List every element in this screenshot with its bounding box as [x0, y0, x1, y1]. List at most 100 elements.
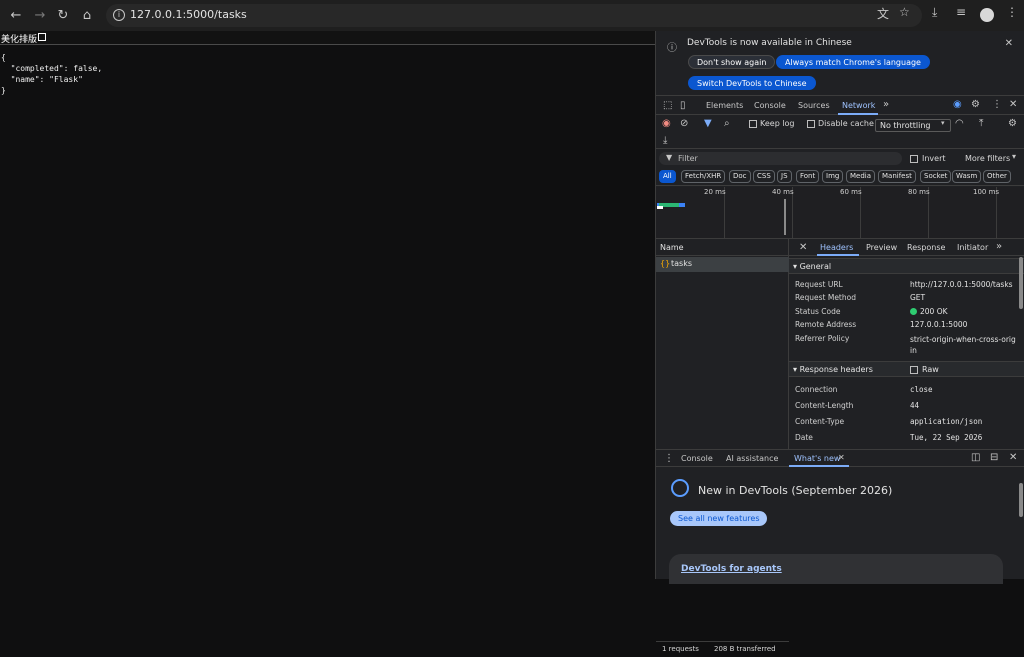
- inspect-icon[interactable]: ⬚: [663, 100, 672, 111]
- drawer-tab-ai[interactable]: AI assistance: [726, 454, 778, 463]
- drawer-tab-console[interactable]: Console: [681, 454, 713, 463]
- dont-show-again-button[interactable]: Don't show again: [688, 55, 776, 69]
- tab-headers[interactable]: Headers: [820, 243, 853, 252]
- avatar[interactable]: [980, 8, 994, 22]
- ai-icon[interactable]: ◉: [953, 99, 962, 110]
- upload-icon[interactable]: ⤒: [979, 118, 983, 129]
- tab-preview[interactable]: Preview: [866, 243, 897, 252]
- tab-sources[interactable]: Sources: [798, 101, 830, 110]
- keep-log-label: Keep log: [760, 119, 795, 128]
- invert-label: Invert: [922, 154, 946, 163]
- more-tabs-icon[interactable]: »: [996, 241, 1002, 252]
- drawer-tab-whats-new[interactable]: What's new: [794, 454, 840, 463]
- response-headers-title: Response headers: [799, 365, 873, 374]
- type-wasm[interactable]: Wasm: [952, 170, 982, 183]
- filter-input[interactable]: ▼ Filter: [659, 152, 902, 165]
- device-toolbar-icon[interactable]: ▯: [680, 100, 686, 111]
- type-css[interactable]: CSS: [753, 170, 775, 183]
- type-all[interactable]: All: [659, 170, 676, 183]
- tab-search-icon[interactable]: ≡: [956, 5, 966, 19]
- type-doc[interactable]: Doc: [729, 170, 751, 183]
- tab-initiator[interactable]: Initiator: [957, 243, 988, 252]
- close-icon[interactable]: ✕: [1005, 38, 1013, 49]
- back-icon[interactable]: ←: [5, 4, 27, 26]
- download-icon[interactable]: ⤓: [932, 5, 937, 20]
- search-icon[interactable]: ⌕: [724, 118, 730, 129]
- header-key: Content-Length: [795, 401, 854, 410]
- header-value: strict-origin-when-cross-origin: [910, 335, 1016, 355]
- general-section-header[interactable]: ▾ General: [789, 258, 1024, 274]
- address-bar[interactable]: i 127.0.0.1:5000/tasks: [106, 4, 922, 27]
- bookmark-star-icon[interactable]: ☆: [899, 5, 910, 19]
- translate-icon[interactable]: 文: [877, 5, 889, 22]
- gear-icon[interactable]: ⚙: [971, 99, 980, 110]
- download-icon[interactable]: ⤓: [663, 135, 667, 146]
- chevron-down-icon[interactable]: ▾: [1012, 152, 1016, 161]
- record-icon[interactable]: ◉: [662, 118, 671, 129]
- type-socket[interactable]: Socket: [920, 170, 952, 183]
- tab-response[interactable]: Response: [907, 243, 945, 252]
- more-tabs-icon[interactable]: »: [883, 99, 889, 110]
- forward-icon[interactable]: →: [29, 4, 51, 26]
- see-all-features-button[interactable]: See all new features: [670, 511, 768, 526]
- devtools-panel: ⓘ DevTools is now available in Chinese ✕…: [655, 31, 1024, 653]
- undock-icon[interactable]: ⊟: [990, 452, 998, 463]
- dock-icon[interactable]: ◫: [971, 452, 980, 463]
- request-details: ✕ Headers Preview Response Initiator » ▾…: [789, 239, 1024, 449]
- tab-console[interactable]: Console: [754, 101, 786, 110]
- feature-link[interactable]: DevTools for agents: [681, 564, 782, 574]
- pretty-print-checkbox[interactable]: [38, 33, 46, 41]
- settings-icon[interactable]: ⚙: [1008, 118, 1017, 129]
- response-headers-section-header[interactable]: ▾ Response headers Raw: [789, 361, 1024, 377]
- type-font[interactable]: Font: [796, 170, 820, 183]
- table-row[interactable]: {} tasks: [656, 257, 789, 272]
- type-other[interactable]: Other: [983, 170, 1011, 183]
- header-value: close: [910, 385, 933, 394]
- header-key: Referrer Policy: [795, 334, 850, 343]
- type-img[interactable]: Img: [822, 170, 844, 183]
- header-value: http://127.0.0.1:5000/tasks: [910, 280, 1013, 289]
- wifi-icon[interactable]: ◠: [955, 118, 964, 129]
- close-icon[interactable]: ✕: [1009, 452, 1017, 463]
- timeline-tick: 20 ms: [704, 188, 726, 196]
- clear-icon[interactable]: ⊘: [680, 118, 688, 129]
- match-language-button[interactable]: Always match Chrome's language: [776, 55, 930, 69]
- filter-row: ▼ Filter Invert More filters ▾: [656, 150, 1024, 168]
- details-scrollbar[interactable]: [1019, 257, 1023, 309]
- disable-cache-checkbox[interactable]: [807, 120, 815, 128]
- address-url[interactable]: 127.0.0.1:5000/tasks: [130, 8, 247, 21]
- panel-scrollbar[interactable]: [1019, 483, 1023, 517]
- close-icon[interactable]: ✕: [1009, 99, 1017, 110]
- request-list-header[interactable]: Name: [656, 239, 789, 256]
- more-icon[interactable]: ⋮: [992, 99, 1002, 110]
- type-media[interactable]: Media: [846, 170, 876, 183]
- close-icon[interactable]: ✕: [838, 453, 845, 462]
- type-js[interactable]: JS: [777, 170, 792, 183]
- menu-icon[interactable]: ⋮: [1006, 5, 1018, 19]
- tab-elements[interactable]: Elements: [706, 101, 743, 110]
- more-filters-button[interactable]: More filters: [965, 154, 1010, 163]
- drawer-menu-icon[interactable]: ⋮: [664, 453, 674, 464]
- invert-checkbox[interactable]: [910, 155, 918, 163]
- header-key: Content-Type: [795, 417, 845, 426]
- raw-checkbox[interactable]: [910, 366, 918, 374]
- tab-network[interactable]: Network: [842, 101, 875, 110]
- timeline-cursor[interactable]: [784, 199, 786, 235]
- close-icon[interactable]: ✕: [799, 242, 807, 253]
- filter-icon[interactable]: ▼: [704, 118, 712, 129]
- request-name[interactable]: tasks: [671, 259, 692, 268]
- reload-icon[interactable]: ↻: [52, 4, 74, 26]
- site-info-icon[interactable]: i: [113, 9, 125, 21]
- home-icon[interactable]: ⌂: [76, 4, 98, 26]
- keep-log-checkbox[interactable]: [749, 120, 757, 128]
- resource-type-filters: All Fetch/XHR Doc CSS JS Font Img Media …: [656, 169, 1024, 186]
- timeline-tick: 80 ms: [908, 188, 930, 196]
- json-line: "completed": false,: [1, 64, 103, 73]
- request-summary: 1 requests 208 B transferred: [656, 641, 789, 657]
- network-timeline: 20 ms 40 ms 60 ms 80 ms 100 ms: [656, 187, 1024, 239]
- chevron-down-icon[interactable]: ▾: [941, 119, 945, 127]
- type-fetch-xhr[interactable]: Fetch/XHR: [681, 170, 726, 183]
- type-manifest[interactable]: Manifest: [878, 170, 916, 183]
- switch-chinese-button[interactable]: Switch DevTools to Chinese: [688, 76, 816, 90]
- throttling-select[interactable]: No throttling: [875, 119, 951, 132]
